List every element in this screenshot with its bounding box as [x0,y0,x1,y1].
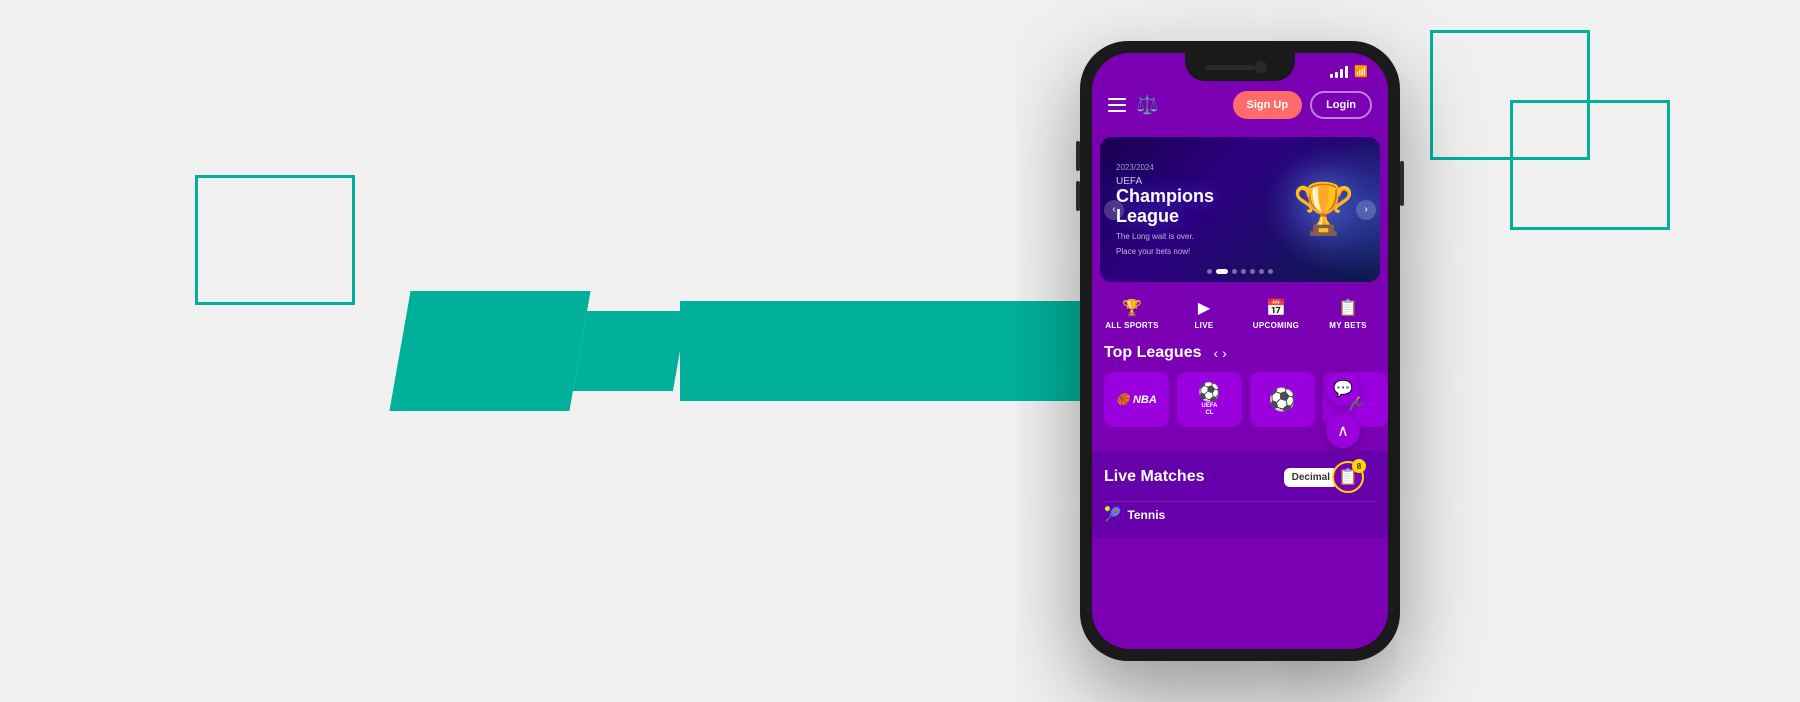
bg-outline-shape-tr2 [1510,100,1670,230]
app-content: ⚖️ Sign Up Login 2023/2024 UEFA [1092,81,1388,649]
bg-solid-shape-left2 [573,311,687,391]
tab-live[interactable]: ▶ LIVE [1168,298,1240,330]
signal-bar-3 [1340,69,1343,78]
banner-dot-3[interactable] [1232,269,1237,274]
signal-bar-2 [1335,72,1338,78]
signup-button[interactable]: Sign Up [1233,91,1303,119]
top-leagues-header: Top Leagues ‹ › [1104,344,1376,362]
ucl-logo-text: UEFACL [1198,403,1220,417]
trophy-icon: 🏆 [1293,180,1355,239]
leagues-nav: ‹ › [1214,345,1227,361]
bg-solid-shape-left [389,291,590,411]
app-logo-icon: ⚖️ [1136,95,1158,116]
header-left: ⚖️ [1108,95,1158,116]
banner-subtitle-1: The Long wait is over. [1116,232,1284,241]
bg-solid-shape-top-right [680,301,880,401]
hamburger-line-1 [1108,98,1126,100]
ucl-logo: ⚽ UEFACL [1198,382,1220,417]
banner-next-button[interactable]: › [1356,200,1376,220]
banner-dot-7[interactable] [1268,269,1273,274]
betslip-button[interactable]: 📋 8 [1332,461,1364,493]
tab-all-sports[interactable]: 🏆 ALL SPORTS [1096,298,1168,330]
live-matches-section: Live Matches Decimal 📋 8 🎾 Tennis [1092,451,1388,537]
league-card-nba[interactable]: 🏀 NBA [1104,372,1169,427]
banner-dot-5[interactable] [1250,269,1255,274]
league-card-ucl[interactable]: ⚽ UEFACL [1177,372,1242,427]
hamburger-menu-icon[interactable] [1108,98,1126,112]
premier-league-logo: ⚽ [1269,387,1296,413]
banner-trophy: 🏆 [1284,150,1364,270]
nav-tabs: 🏆 ALL SPORTS ▶ LIVE 📅 UPCOMING 📋 MY BETS [1092,290,1388,334]
main-content: Top Leagues ‹ › 🏀 NBA [1092,334,1388,451]
banner-dot-4[interactable] [1241,269,1246,274]
hamburger-line-3 [1108,110,1126,112]
tennis-icon: 🎾 [1104,506,1121,523]
leagues-prev-button[interactable]: ‹ [1214,345,1219,361]
notch-camera [1255,61,1267,73]
betslip-count-badge: 8 [1352,459,1366,473]
upcoming-icon: 📅 [1266,298,1286,318]
signal-bar-4 [1345,66,1348,78]
live-icon: ▶ [1198,298,1210,318]
all-sports-label: ALL SPORTS [1105,321,1159,330]
volume-down-button [1076,181,1080,211]
all-sports-icon: 🏆 [1122,298,1142,318]
banner-content: 2023/2024 UEFA ChampionsLeague The Long … [1100,137,1380,282]
leagues-row-container: 🏀 NBA ⚽ UEFACL ⚽ [1104,372,1376,427]
upcoming-label: UPCOMING [1253,321,1299,330]
banner-dot-2[interactable] [1216,269,1228,274]
signal-icon [1330,66,1348,78]
live-header-right: Decimal 📋 8 [1284,461,1376,493]
power-button [1400,161,1404,206]
tab-my-bets[interactable]: 📋 MY BETS [1312,298,1384,330]
banner-text: 2023/2024 UEFA ChampionsLeague The Long … [1116,163,1284,257]
signal-bar-1 [1330,74,1333,78]
my-bets-icon: 📋 [1338,298,1358,318]
live-matches-title: Live Matches [1104,468,1204,486]
phone-mockup: 📶 ⚖️ Sign Up Login [1080,41,1400,661]
volume-up-button [1076,141,1080,171]
nba-logo: 🏀 NBA [1116,393,1157,406]
live-label: LIVE [1195,321,1214,330]
status-bar: 📶 [1330,65,1368,78]
banner-league-title: ChampionsLeague [1116,186,1214,226]
bg-solid-shape-bottom-right [880,301,1080,401]
banner-dot-6[interactable] [1259,269,1264,274]
banner-dots [1207,269,1273,274]
collapse-fab-button[interactable]: ∧ [1326,414,1360,448]
tab-upcoming[interactable]: 📅 UPCOMING [1240,298,1312,330]
tennis-label: Tennis [1127,508,1165,522]
login-button[interactable]: Login [1310,91,1372,119]
my-bets-label: MY BETS [1329,321,1367,330]
phone-notch [1185,53,1295,81]
wifi-icon: 📶 [1354,65,1368,78]
banner-league-name: UEFA ChampionsLeague [1116,176,1284,227]
banner-dot-1[interactable] [1207,269,1212,274]
live-matches-header: Live Matches Decimal 📋 8 [1104,461,1376,493]
notch-speaker [1205,65,1255,70]
header-buttons: Sign Up Login [1233,91,1373,119]
app-header: ⚖️ Sign Up Login [1092,81,1388,129]
league-card-premier-league[interactable]: ⚽ [1250,372,1315,427]
decimal-badge[interactable]: Decimal [1284,468,1338,487]
banner-subtitle-2: Place your bets now! [1116,247,1284,256]
hamburger-line-2 [1108,104,1126,106]
bg-outline-shape-tl [195,175,355,305]
top-leagues-title: Top Leagues [1104,344,1202,362]
banner-year: 2023/2024 [1116,163,1284,172]
phone-body: 📶 ⚖️ Sign Up Login [1080,41,1400,661]
promo-banner: 2023/2024 UEFA ChampionsLeague The Long … [1100,137,1380,282]
tennis-sport-row[interactable]: 🎾 Tennis [1104,501,1376,527]
leagues-next-button[interactable]: › [1222,345,1227,361]
phone-screen: 📶 ⚖️ Sign Up Login [1092,53,1388,649]
chat-fab-button[interactable]: 💬 [1326,372,1360,406]
banner-prev-button[interactable]: ‹ [1104,200,1124,220]
